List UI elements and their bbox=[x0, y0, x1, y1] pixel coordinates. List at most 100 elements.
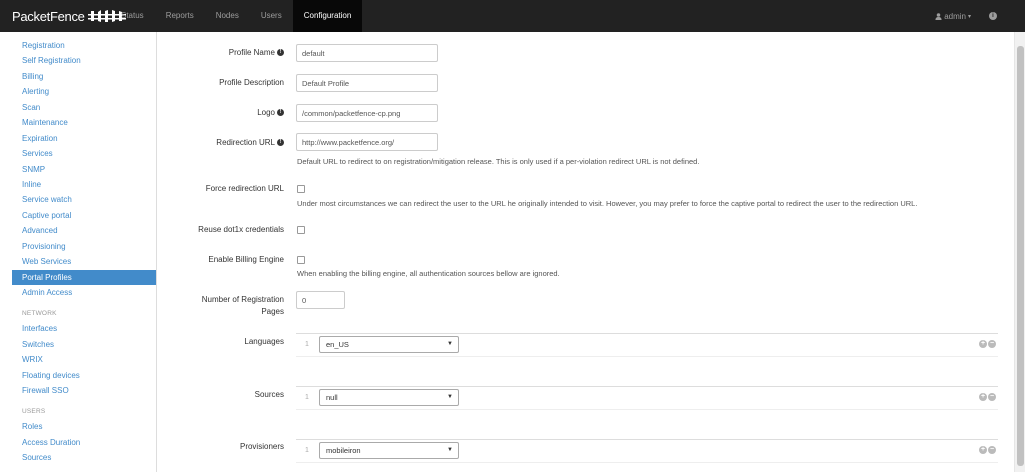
remove-icon[interactable]: − bbox=[988, 340, 996, 348]
nav-status[interactable]: Status bbox=[110, 0, 155, 32]
redirection-url-input[interactable] bbox=[296, 133, 438, 151]
provisioners-select-value: mobileiron bbox=[326, 446, 361, 455]
provisioners-row-buttons: + − bbox=[979, 446, 996, 454]
page-scrollbar[interactable] bbox=[1014, 32, 1025, 472]
info-icon[interactable]: i bbox=[989, 12, 997, 20]
sources-label-text: Sources bbox=[254, 390, 284, 399]
sidebar-item-admin-access[interactable]: Admin Access bbox=[12, 285, 156, 300]
sidebar-item-advanced[interactable]: Advanced bbox=[12, 223, 156, 238]
sources-row-index: 1 bbox=[305, 394, 309, 401]
scrollbar-thumb[interactable] bbox=[1017, 46, 1024, 466]
sidebar-item-captive-portal[interactable]: Captive portal bbox=[12, 208, 156, 223]
sidebar-item-wrix[interactable]: WRIX bbox=[12, 352, 156, 367]
top-navbar: PacketFence Status Reports Nodes Users C… bbox=[0, 0, 1025, 32]
sidebar-item-portal-profiles[interactable]: Portal Profiles bbox=[12, 270, 156, 285]
enable-billing-checkbox[interactable] bbox=[297, 256, 305, 264]
main-nav: Status Reports Nodes Users Configuration bbox=[110, 0, 363, 32]
caret-down-icon: ▼ bbox=[447, 341, 453, 347]
sidebar-item-scan[interactable]: Scan bbox=[12, 100, 156, 115]
registration-pages-label-line1: Number of Registration bbox=[201, 295, 284, 304]
redirection-url-label: Redirection URL ! bbox=[216, 138, 284, 147]
nav-nodes[interactable]: Nodes bbox=[205, 0, 250, 32]
caret-down-icon: ▼ bbox=[447, 447, 453, 453]
profile-name-label-text: Profile Name bbox=[228, 48, 275, 57]
sidebar-header-users: USERS bbox=[22, 408, 46, 415]
sidebar-item-web-services[interactable]: Web Services bbox=[12, 254, 156, 269]
redirection-url-label-text: Redirection URL bbox=[216, 138, 275, 147]
sidebar-item-switches[interactable]: Switches bbox=[12, 337, 156, 352]
remove-icon[interactable]: − bbox=[988, 446, 996, 454]
registration-pages-label-line2: Pages bbox=[261, 307, 284, 316]
sidebar-item-firewall-sso[interactable]: Firewall SSO bbox=[12, 383, 156, 398]
user-name: admin bbox=[944, 11, 966, 21]
sidebar-item-maintenance[interactable]: Maintenance bbox=[12, 115, 156, 130]
nav-users[interactable]: Users bbox=[250, 0, 293, 32]
help-icon[interactable]: ! bbox=[277, 139, 284, 146]
sidebar-item-interfaces[interactable]: Interfaces bbox=[12, 321, 156, 336]
sidebar-item-inline[interactable]: Inline bbox=[12, 177, 156, 192]
enable-billing-label: Enable Billing Engine bbox=[208, 255, 284, 264]
logo-label: Logo ! bbox=[257, 108, 284, 117]
languages-label: Languages bbox=[244, 337, 284, 346]
user-menu[interactable]: admin ▾ bbox=[935, 12, 971, 21]
force-redirection-label-text: Force redirection URL bbox=[205, 184, 284, 193]
sidebar: Registration Self Registration Billing A… bbox=[12, 32, 157, 472]
force-redirection-help: Under most circumstances we can redirect… bbox=[297, 199, 918, 208]
sidebar-item-access-duration[interactable]: Access Duration bbox=[12, 435, 156, 450]
enable-billing-help: When enabling the billing engine, all au… bbox=[297, 269, 560, 278]
logo-input[interactable] bbox=[296, 104, 438, 122]
sidebar-item-sources[interactable]: Sources bbox=[12, 450, 156, 465]
redirection-url-help: Default URL to redirect to on registrati… bbox=[297, 157, 700, 166]
sidebar-item-registration[interactable]: Registration bbox=[12, 38, 156, 53]
reuse-dot1x-label: Reuse dot1x credentials bbox=[198, 225, 284, 234]
nav-reports[interactable]: Reports bbox=[155, 0, 205, 32]
remove-icon[interactable]: − bbox=[988, 393, 996, 401]
user-icon bbox=[935, 12, 942, 20]
languages-select[interactable]: en_US ▼ bbox=[319, 336, 459, 353]
profile-description-label: Profile Description bbox=[219, 78, 284, 87]
profile-description-label-text: Profile Description bbox=[219, 78, 284, 87]
profile-description-input[interactable] bbox=[296, 74, 438, 92]
sidebar-item-service-watch[interactable]: Service watch bbox=[12, 192, 156, 207]
provisioners-row: 1 mobileiron ▼ + − bbox=[296, 439, 998, 463]
registration-pages-input[interactable] bbox=[296, 291, 345, 309]
sidebar-item-billing[interactable]: Billing bbox=[12, 69, 156, 84]
brand-logo[interactable]: PacketFence bbox=[12, 8, 126, 24]
registration-pages-label: Number of Registration Pages bbox=[202, 295, 284, 316]
force-redirection-checkbox[interactable] bbox=[297, 185, 305, 193]
sidebar-item-snmp[interactable]: SNMP bbox=[12, 162, 156, 177]
sidebar-item-services[interactable]: Services bbox=[12, 146, 156, 161]
force-redirection-label: Force redirection URL bbox=[206, 184, 284, 193]
provisioners-label-text: Provisioners bbox=[239, 442, 284, 451]
sidebar-item-expiration[interactable]: Expiration bbox=[12, 131, 156, 146]
enable-billing-label-text: Enable Billing Engine bbox=[208, 255, 284, 264]
sources-label: Sources bbox=[255, 390, 284, 399]
nav-configuration[interactable]: Configuration bbox=[292, 0, 363, 32]
provisioners-label: Provisioners bbox=[240, 442, 284, 451]
sources-row: 1 null ▼ + − bbox=[296, 386, 998, 410]
sidebar-item-provisioning[interactable]: Provisioning bbox=[12, 239, 156, 254]
help-icon[interactable]: ! bbox=[277, 109, 284, 116]
sidebar-item-roles[interactable]: Roles bbox=[12, 419, 156, 434]
nav-right: admin ▾ i bbox=[935, 0, 997, 32]
sidebar-item-alerting[interactable]: Alerting bbox=[12, 84, 156, 99]
add-icon[interactable]: + bbox=[979, 446, 987, 454]
brand-name: PacketFence bbox=[12, 8, 85, 24]
languages-row-index: 1 bbox=[305, 341, 309, 348]
languages-row: 1 en_US ▼ + − bbox=[296, 333, 998, 357]
profile-name-input[interactable] bbox=[296, 44, 438, 62]
languages-row-buttons: + − bbox=[979, 340, 996, 348]
help-icon[interactable]: ! bbox=[277, 49, 284, 56]
add-icon[interactable]: + bbox=[979, 393, 987, 401]
sidebar-item-floating-devices[interactable]: Floating devices bbox=[12, 368, 156, 383]
sources-row-buttons: + − bbox=[979, 393, 996, 401]
add-icon[interactable]: + bbox=[979, 340, 987, 348]
sources-select[interactable]: null ▼ bbox=[319, 389, 459, 406]
provisioners-row-index: 1 bbox=[305, 447, 309, 454]
caret-down-icon: ▼ bbox=[447, 394, 453, 400]
languages-select-value: en_US bbox=[326, 340, 349, 349]
sidebar-item-self-registration[interactable]: Self Registration bbox=[12, 53, 156, 68]
reuse-dot1x-checkbox[interactable] bbox=[297, 226, 305, 234]
provisioners-select[interactable]: mobileiron ▼ bbox=[319, 442, 459, 459]
profile-name-label: Profile Name ! bbox=[229, 48, 284, 57]
